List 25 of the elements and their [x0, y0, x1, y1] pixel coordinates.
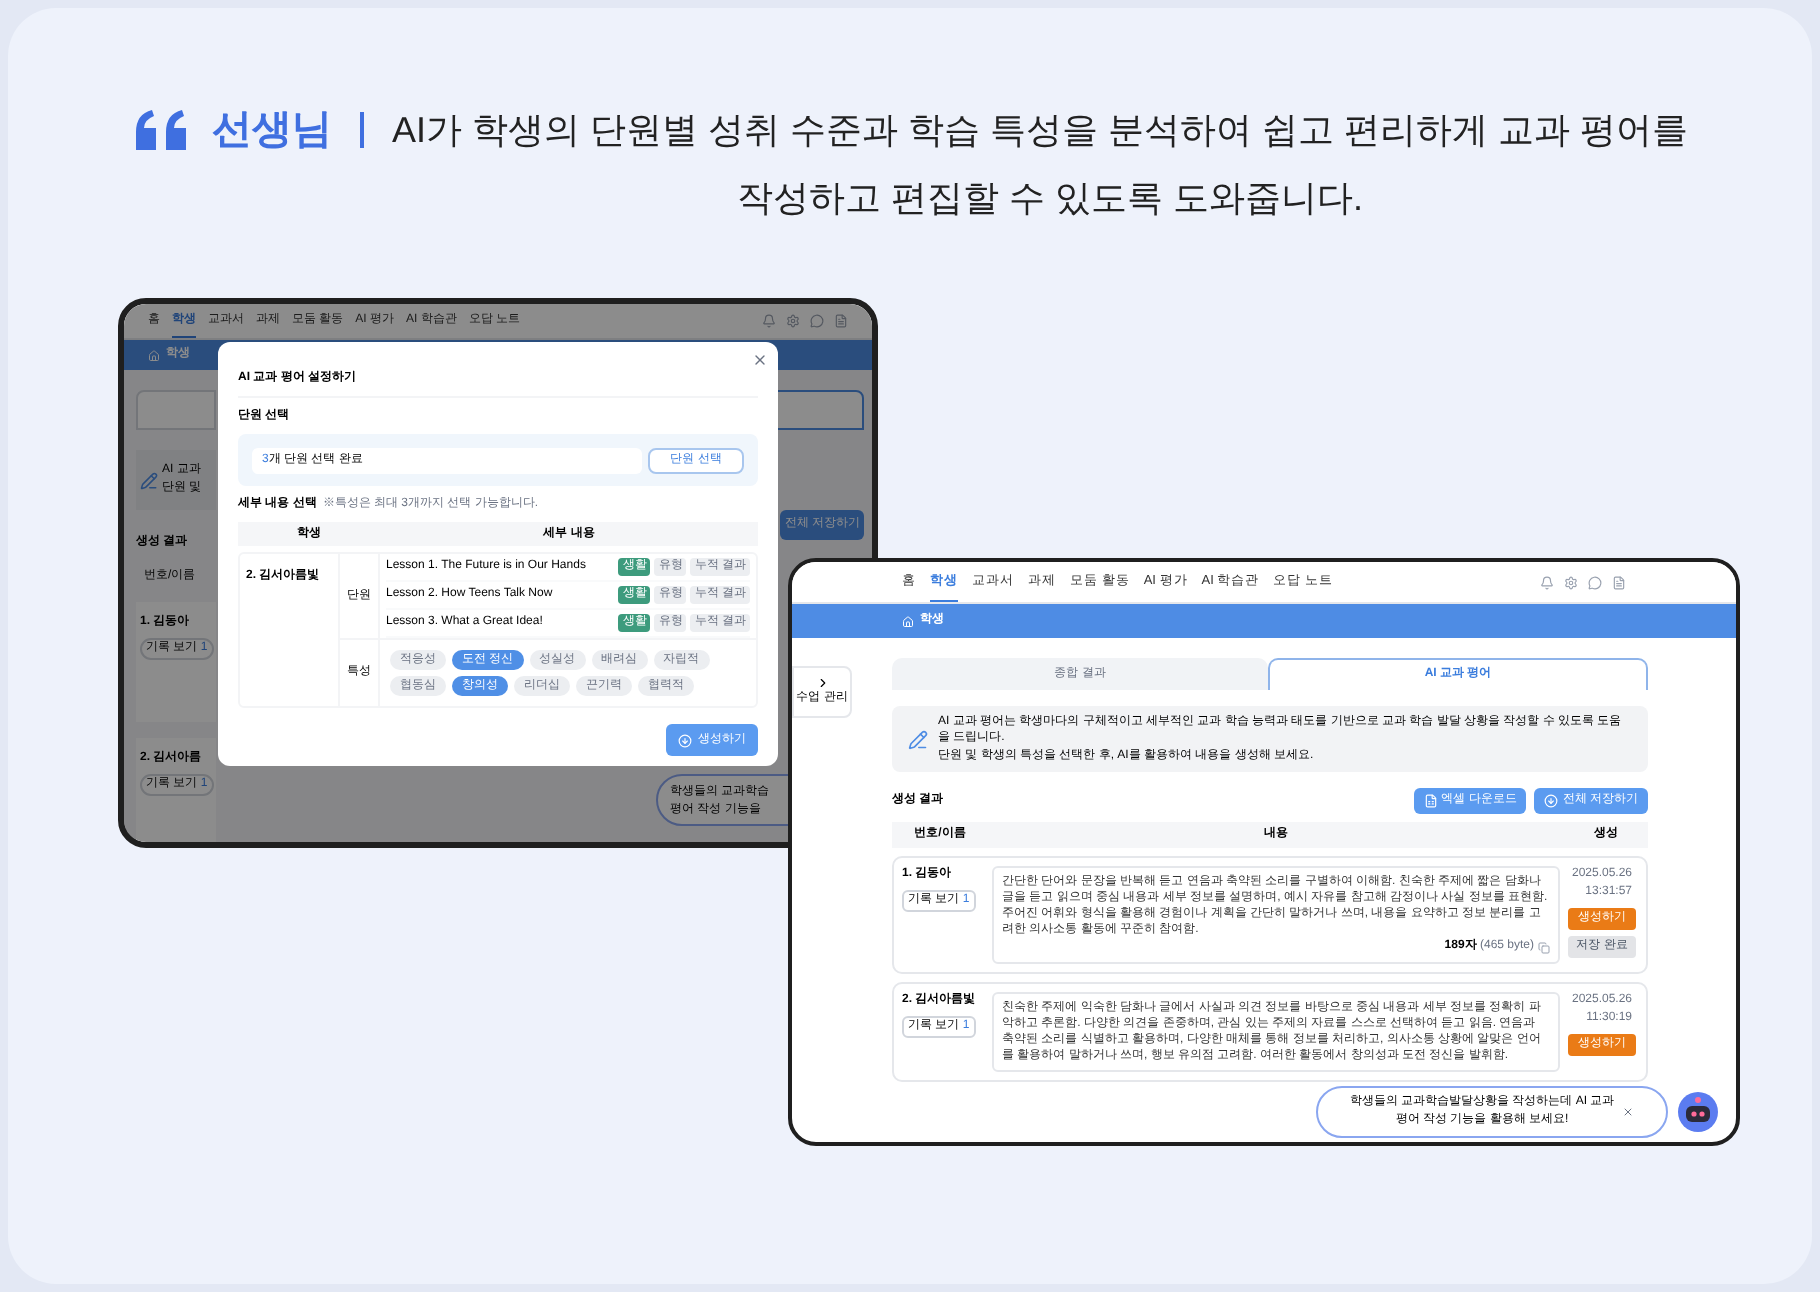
pen-icon	[908, 729, 928, 749]
settings-icon[interactable]	[1564, 575, 1578, 589]
speaker-label: 선생님	[211, 106, 332, 156]
bell-icon[interactable]	[762, 314, 776, 328]
spreadsheet-icon	[1423, 794, 1438, 808]
quote-icon	[131, 108, 192, 152]
bell-icon[interactable]	[1540, 575, 1554, 589]
document-icon[interactable]	[1612, 575, 1626, 589]
content-box[interactable]	[992, 866, 1560, 964]
close-icon[interactable]	[1622, 1106, 1635, 1118]
document-icon[interactable]	[834, 314, 848, 328]
home-icon[interactable]	[148, 349, 160, 361]
copy-icon[interactable]	[1538, 941, 1550, 953]
robot-avatar-icon[interactable]	[1678, 1092, 1718, 1132]
message-icon[interactable]	[1588, 575, 1602, 589]
content-box[interactable]	[992, 992, 1560, 1072]
chevron-right-icon	[815, 676, 829, 690]
home-icon[interactable]	[902, 615, 914, 627]
headline-text: AI가 학생의 단원별 성취 수준과 학습 특성을 분석하여 쉽고 편리하게 교과 평어를	[391, 107, 1689, 153]
message-icon[interactable]	[810, 314, 824, 328]
close-icon[interactable]	[752, 352, 768, 368]
pen-icon	[140, 471, 158, 489]
settings-icon[interactable]	[786, 314, 800, 328]
download-icon	[1544, 794, 1559, 808]
headline-text: 작성하고 편집할 수 있도록 도와줍니다.	[736, 176, 1363, 222]
